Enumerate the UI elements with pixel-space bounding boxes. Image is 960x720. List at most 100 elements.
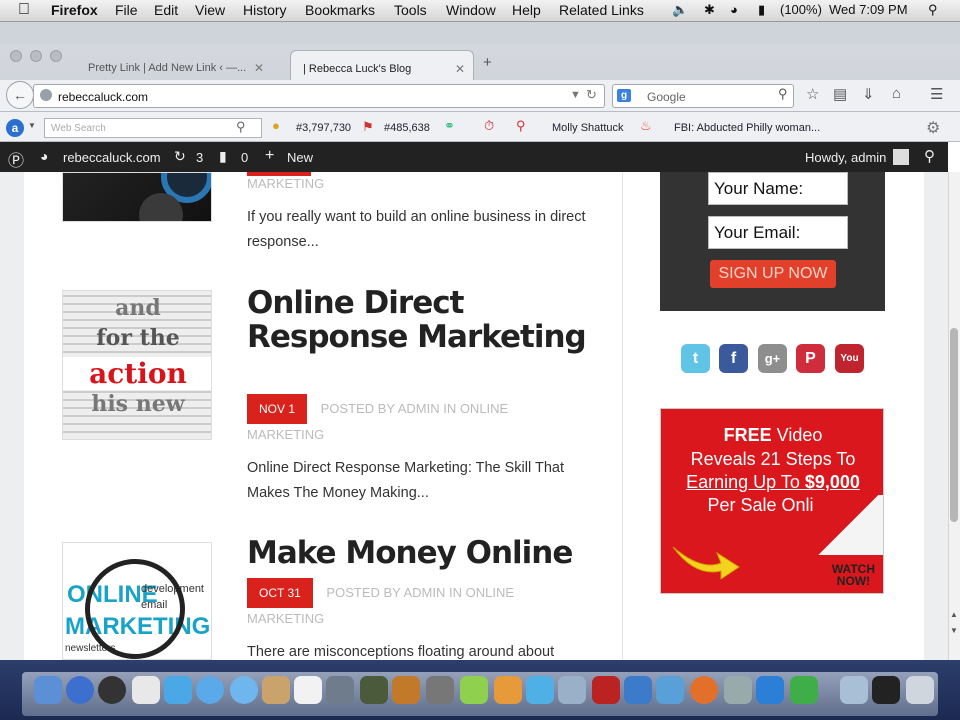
photo-booth-icon[interactable] <box>592 676 620 704</box>
toolbar-link-fbi-abducted[interactable]: FBI: Abducted Philly woman... <box>674 122 820 134</box>
finder-icon[interactable] <box>34 676 62 704</box>
downloads-folder-icon[interactable] <box>840 676 868 704</box>
menu-history[interactable]: History <box>243 2 287 18</box>
safari-icon[interactable] <box>230 676 258 704</box>
photos-icon[interactable] <box>624 676 652 704</box>
email-field[interactable]: Your Email: <box>708 216 848 249</box>
post-category[interactable]: MARKETING <box>247 427 324 442</box>
dashboard-icon[interactable] <box>98 676 126 704</box>
admin-site-name[interactable]: rebeccaluck.com <box>63 150 161 165</box>
preview-icon[interactable] <box>326 676 354 704</box>
back-button[interactable]: ← <box>6 81 34 109</box>
teamviewer-icon[interactable] <box>756 676 784 704</box>
admin-new-button[interactable]: New <box>287 150 313 165</box>
pinterest-icon[interactable]: P <box>796 344 825 373</box>
ical-icon[interactable] <box>294 676 322 704</box>
avatar[interactable] <box>893 149 909 165</box>
alexa-icon[interactable]: a <box>6 119 24 137</box>
clock[interactable]: Wed 7:09 PM <box>829 2 908 17</box>
admin-greeting[interactable]: Howdy, admin <box>805 150 886 165</box>
menu-edit[interactable]: Edit <box>154 2 178 18</box>
free-video-ad[interactable]: FREE Video Reveals 21 Steps To Earning U… <box>660 408 884 594</box>
bookmark-dropdown-icon[interactable]: ▼ <box>570 89 581 101</box>
google-engine-icon[interactable]: g <box>617 89 631 102</box>
app-icon[interactable] <box>460 676 488 704</box>
news-search-icon[interactable]: ⚲ <box>516 118 526 134</box>
trash-icon[interactable] <box>906 676 934 704</box>
firefox-icon[interactable] <box>690 676 718 704</box>
post-thumbnail[interactable] <box>62 172 212 222</box>
site-identity-globe-icon[interactable] <box>40 89 52 101</box>
alexa-global-rank[interactable]: #3,797,730 <box>296 122 351 134</box>
twitter-icon[interactable]: t <box>681 344 710 373</box>
scroll-down-arrow-icon[interactable]: ▼ <box>950 626 958 635</box>
menu-hamburger-icon[interactable]: ☰ <box>930 85 943 103</box>
zoom-window-button[interactable] <box>50 50 62 62</box>
close-tab-icon[interactable]: ✕ <box>254 61 264 75</box>
close-tab-icon[interactable]: ✕ <box>455 62 465 76</box>
minimize-window-button[interactable] <box>30 50 42 62</box>
spotlight-search-icon[interactable]: ⚲ <box>928 2 938 18</box>
app-icon[interactable] <box>494 676 522 704</box>
comments-count[interactable]: 0 <box>241 150 248 165</box>
menu-related-links[interactable]: Related Links <box>559 2 644 18</box>
updates-count[interactable]: 3 <box>196 150 203 165</box>
timer-icon[interactable]: ⏱ <box>484 118 494 134</box>
youtube-icon[interactable]: You <box>835 344 864 373</box>
tab-pretty-link[interactable]: Pretty Link | Add New Link ‹ —... ✕ <box>76 50 272 80</box>
web-search-input[interactable]: Web Search <box>44 118 262 138</box>
post-thumbnail[interactable]: and for the action his new <box>62 290 212 440</box>
apple-menu-icon[interactable]:  <box>18 1 30 19</box>
web-search-magnifier-icon[interactable]: ⚲ <box>236 119 246 135</box>
link-chain-icon[interactable]: ⚭ <box>444 118 455 134</box>
menu-file[interactable]: File <box>115 2 138 18</box>
name-field[interactable]: Your Name: <box>708 172 848 205</box>
reload-icon[interactable]: ↻ <box>586 87 597 103</box>
search-icon[interactable]: ⚲ <box>778 86 788 102</box>
contacts-icon[interactable] <box>262 676 290 704</box>
google-plus-icon[interactable]: g+ <box>758 344 787 373</box>
calendar-icon[interactable] <box>132 676 160 704</box>
menu-bookmarks[interactable]: Bookmarks <box>305 2 375 18</box>
menu-view[interactable]: View <box>195 2 225 18</box>
bookmark-star-icon[interactable]: ☆ <box>806 85 819 103</box>
post-category[interactable]: MARKETING <box>247 611 324 626</box>
url-bar[interactable]: rebeccaluck.com <box>33 84 605 108</box>
messages-icon[interactable] <box>526 676 554 704</box>
post-title[interactable]: Make Money Online <box>247 536 573 570</box>
post-title[interactable]: Online Direct Response Marketing <box>247 286 587 354</box>
scrollbar-thumb[interactable] <box>950 328 958 522</box>
close-window-button[interactable] <box>10 50 22 62</box>
wifi-icon[interactable]: ◕ <box>730 2 738 17</box>
alexa-dropdown-icon[interactable]: ▼ <box>28 121 36 130</box>
menu-tools[interactable]: Tools <box>394 2 427 18</box>
camtasia-icon[interactable] <box>790 676 818 704</box>
home-icon[interactable]: ⌂ <box>892 85 901 102</box>
post-thumbnail[interactable]: ONLINE MARKETING development email newsl… <box>62 542 212 660</box>
imovie-icon[interactable] <box>360 676 388 704</box>
wordpress-logo-icon[interactable]: Ⓟ <box>8 147 24 171</box>
volume-icon[interactable]: 🔈 <box>672 2 688 18</box>
scroll-up-arrow-icon[interactable]: ▲ <box>950 610 958 619</box>
facetime-icon[interactable] <box>164 676 192 704</box>
app-menu-firefox[interactable]: Firefox <box>51 2 98 18</box>
system-preferences-icon[interactable] <box>426 676 454 704</box>
post-byline[interactable]: POSTED BY ADMIN IN ONLINE <box>326 585 514 600</box>
app-icon[interactable] <box>656 676 684 704</box>
bluetooth-icon[interactable]: ✱ <box>704 2 715 18</box>
screen-icon[interactable] <box>872 676 900 704</box>
app-store-icon[interactable] <box>66 676 94 704</box>
sign-up-button[interactable]: SIGN UP NOW <box>710 260 836 288</box>
alexa-us-rank[interactable]: #485,638 <box>384 122 430 134</box>
app-icon[interactable] <box>724 676 752 704</box>
garageband-icon[interactable] <box>392 676 420 704</box>
post-byline[interactable]: POSTED BY ADMIN IN ONLINE <box>321 401 509 416</box>
post-category[interactable]: MARKETING <box>247 176 324 191</box>
menu-help[interactable]: Help <box>512 2 541 18</box>
itunes-icon[interactable] <box>196 676 224 704</box>
admin-search-icon[interactable]: ⚲ <box>924 147 935 165</box>
facebook-icon[interactable]: f <box>719 344 748 373</box>
search-input[interactable]: Google <box>612 84 794 108</box>
menu-window[interactable]: Window <box>446 2 496 18</box>
tab-rebecca-luck-blog[interactable]: | Rebecca Luck's Blog ✕ <box>290 50 474 80</box>
